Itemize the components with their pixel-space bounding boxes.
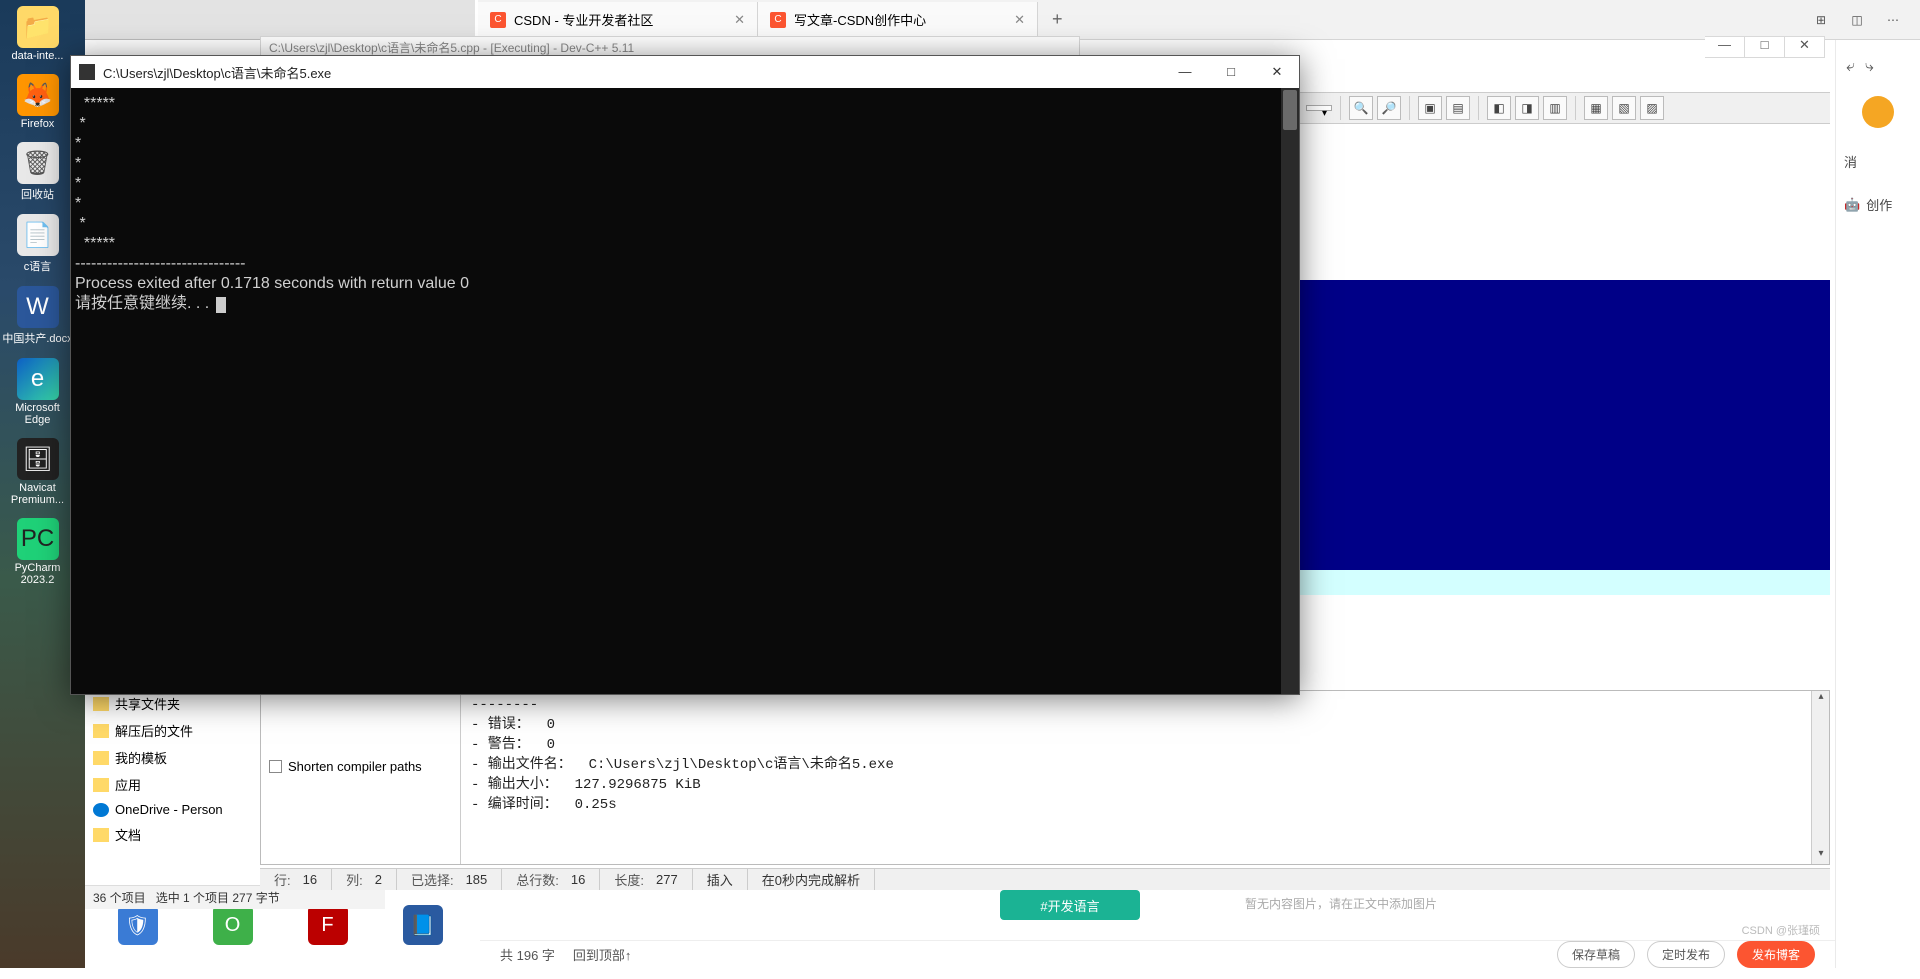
browser-close-icon[interactable]: ⋯ xyxy=(1882,13,1904,27)
console-scrollbar[interactable] xyxy=(1281,88,1299,694)
tab-title: 写文章-CSDN创作中心 xyxy=(794,10,926,29)
scrollbar-thumb[interactable] xyxy=(1283,90,1297,130)
maximize-icon[interactable]: □ xyxy=(1745,36,1785,58)
tree-item[interactable]: 解压后的文件 xyxy=(85,717,260,744)
sidebar-create[interactable]: 🤖 创作 xyxy=(1836,183,1920,226)
word-count: 共 196 字 xyxy=(500,945,555,964)
shorten-paths-checkbox[interactable]: Shorten compiler paths xyxy=(269,759,452,774)
desktop-icon-docx[interactable]: W中国共产.docx xyxy=(0,280,75,352)
sidebar-messages[interactable]: 消 xyxy=(1836,140,1920,183)
browser-menu-icon[interactable]: ⊞ xyxy=(1810,13,1832,27)
cursor-icon xyxy=(216,297,226,313)
csdn-editor-footer: 共 196 字 回到顶部↑ 保存草稿 定时发布 发布博客 xyxy=(480,940,1835,968)
compiler-output-text[interactable]: -------- - 错误： 0 - 警告： 0 - 输出文件名： C:\Use… xyxy=(461,691,1811,864)
desktop-icon-recyclebin[interactable]: 🗑回收站 xyxy=(0,136,75,208)
devcpp-toolbar: 🔍 🔎 ▣ ▤ ◧ ◨ ▥ ▦ ▧ ▨ xyxy=(1300,92,1830,124)
back-to-top[interactable]: 回到顶部↑ xyxy=(573,945,632,964)
scroll-down-icon[interactable]: ▾ xyxy=(1813,848,1829,864)
zoom-out-icon[interactable]: 🔎 xyxy=(1377,96,1401,120)
desktop-icon-pycharm[interactable]: PCPyCharm 2023.2 xyxy=(0,512,75,592)
console-titlebar[interactable]: C:\Users\zjl\Desktop\c语言\未命名5.exe — □ ✕ xyxy=(71,56,1299,88)
compiler-output-panel: Shorten compiler paths -------- - 错误： 0 … xyxy=(260,690,1830,865)
browser-ext-icon[interactable]: ◫ xyxy=(1846,13,1868,27)
tree-item-onedrive[interactable]: OneDrive - Person xyxy=(85,798,260,821)
maximize-icon[interactable]: □ xyxy=(1217,64,1245,80)
view3-icon[interactable]: ▨ xyxy=(1640,96,1664,120)
scroll-up-icon[interactable]: ▴ xyxy=(1813,691,1829,707)
compiler-select[interactable] xyxy=(1306,105,1332,111)
close-icon[interactable]: ✕ xyxy=(1785,36,1825,58)
favicon-icon: C xyxy=(490,12,506,28)
console-window: C:\Users\zjl\Desktop\c语言\未命名5.exe — □ ✕ … xyxy=(70,55,1300,695)
devcpp-window-controls: — □ ✕ xyxy=(1705,36,1825,58)
robot-icon: 🤖 xyxy=(1844,197,1860,213)
browser-tab-strip: C CSDN - 专业开发者社区 ✕ C 写文章-CSDN创作中心 ✕ + ⊞ … xyxy=(478,0,1920,40)
desktop-icon-edge[interactable]: eMicrosoft Edge xyxy=(0,352,75,432)
tree-item[interactable]: 应用 xyxy=(85,771,260,798)
compiler-left-pane: Shorten compiler paths xyxy=(261,691,461,864)
console-title: C:\Users\zjl\Desktop\c语言\未命名5.exe xyxy=(103,63,331,82)
checkbox-icon[interactable] xyxy=(269,760,282,773)
close-icon[interactable]: ✕ xyxy=(1014,12,1025,28)
view1-icon[interactable]: ▦ xyxy=(1584,96,1608,120)
desktop-icon-firefox[interactable]: 🦊Firefox xyxy=(0,68,75,136)
close-icon[interactable]: ✕ xyxy=(1263,64,1291,80)
new-tab-button[interactable]: + xyxy=(1038,9,1077,30)
debug-icon[interactable]: ▣ xyxy=(1418,96,1442,120)
zoom-in-icon[interactable]: 🔍 xyxy=(1349,96,1373,120)
goto-icon[interactable]: ◧ xyxy=(1487,96,1511,120)
desktop-icon-clang[interactable]: 📄c语言 xyxy=(0,208,75,280)
tree-item[interactable]: 文档 xyxy=(85,821,260,848)
console-output: ***** * * * * * * ***** ----------------… xyxy=(71,88,1299,320)
back-icon[interactable]: ⤶ xyxy=(1846,58,1855,76)
desktop-icon-navicat[interactable]: 🗄Navicat Premium... xyxy=(0,432,75,512)
console-icon xyxy=(79,64,95,80)
file-explorer-tree: 共享文件夹 解压后的文件 我的模板 应用 OneDrive - Person 文… xyxy=(85,690,260,900)
tree-item[interactable]: 我的模板 xyxy=(85,744,260,771)
minimize-icon[interactable]: — xyxy=(1705,36,1745,58)
upload-hint: 暂无内容图片，请在正文中添加图片 xyxy=(1245,895,1437,912)
tab-csdn-home[interactable]: C CSDN - 专业开发者社区 ✕ xyxy=(478,2,758,38)
csdn-right-sidebar: ⤶ ⤷ 消 🤖 创作 xyxy=(1835,40,1920,968)
csdn-watermark: CSDN @张瑾硕 xyxy=(1742,922,1820,938)
close-icon[interactable]: ✕ xyxy=(734,12,745,28)
devcpp-editor[interactable] xyxy=(1300,280,1830,595)
tag-badge[interactable]: #开发语言 xyxy=(1000,890,1140,920)
compiler-scrollbar-v[interactable]: ▴ ▾ xyxy=(1811,691,1829,864)
desktop-icon-data[interactable]: 📁data-inte... xyxy=(0,0,75,68)
minimize-icon[interactable]: — xyxy=(1171,64,1199,80)
save-draft-button[interactable]: 保存草稿 xyxy=(1557,941,1635,968)
editor-selection xyxy=(1300,280,1830,570)
favicon-icon: C xyxy=(770,12,786,28)
devcpp-window-title: C:\Users\zjl\Desktop\c语言\未命名5.cpp - [Exe… xyxy=(260,36,1080,56)
browser-window-controls: ⊞ ◫ ⋯ xyxy=(1810,13,1920,27)
top-partial-strip xyxy=(85,0,475,40)
devcpp-status-bar: 行:16 列:2 已选择:185 总行数:16 长度:277 插入 在0秒内完成… xyxy=(260,868,1830,890)
avatar[interactable] xyxy=(1862,96,1894,128)
tab-title: CSDN - 专业开发者社区 xyxy=(514,10,653,29)
goto3-icon[interactable]: ▥ xyxy=(1543,96,1567,120)
tab-csdn-write[interactable]: C 写文章-CSDN创作中心 ✕ xyxy=(758,2,1038,38)
schedule-button[interactable]: 定时发布 xyxy=(1647,941,1725,968)
view2-icon[interactable]: ▧ xyxy=(1612,96,1636,120)
console-body[interactable]: ***** * * * * * * ***** ----------------… xyxy=(71,88,1299,694)
forward-icon[interactable]: ⤷ xyxy=(1865,58,1874,76)
goto2-icon[interactable]: ◨ xyxy=(1515,96,1539,120)
debug2-icon[interactable]: ▤ xyxy=(1446,96,1470,120)
publish-button[interactable]: 发布博客 xyxy=(1737,941,1815,968)
